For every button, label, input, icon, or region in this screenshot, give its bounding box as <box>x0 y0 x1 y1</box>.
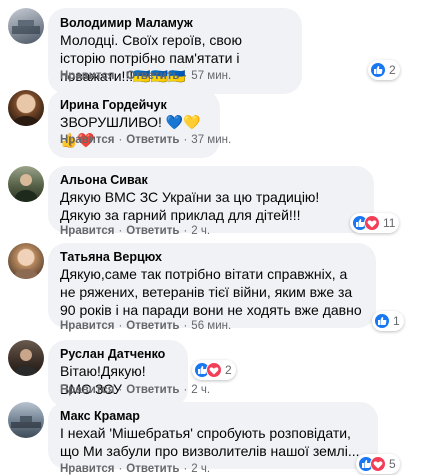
love-reaction-icon <box>206 362 222 378</box>
like-reaction-icon <box>374 313 390 329</box>
reaction-count: 11 <box>383 216 396 230</box>
like-link[interactable]: Нравится <box>60 463 114 475</box>
avatar-photo-icon <box>13 116 39 126</box>
avatar[interactable] <box>8 8 44 44</box>
like-link[interactable]: Нравится <box>60 320 114 332</box>
comment-bubble: Татьяна Верцюх Дякую,саме так потрібно в… <box>48 243 376 328</box>
comment-actions: Нравится · Ответить · 2 ч. <box>60 463 211 475</box>
comment-bubble: Макс Крамар І нехай 'Мішебратья' спробую… <box>48 402 378 469</box>
comment-actions: Нравится · Ответить · 2 ч. <box>60 225 211 237</box>
like-link[interactable]: Нравится <box>60 70 114 82</box>
reaction-count: 1 <box>393 314 400 328</box>
comment-author[interactable]: Татьяна Верцюх <box>60 249 364 265</box>
comment-time[interactable]: 2 ч. <box>191 225 210 237</box>
comment-author[interactable]: Альона Сивак <box>60 172 362 188</box>
reply-link[interactable]: Ответить <box>126 225 179 237</box>
like-link[interactable]: Нравится <box>60 225 114 237</box>
love-reaction-icon <box>370 456 386 472</box>
avatar-photo-icon <box>15 174 37 202</box>
like-link[interactable]: Нравится <box>60 384 114 396</box>
reaction-summary[interactable]: 1 <box>372 311 404 331</box>
avatar[interactable] <box>8 340 44 376</box>
like-link[interactable]: Нравится <box>60 134 114 146</box>
avatar[interactable] <box>8 402 44 438</box>
comment-time[interactable]: 57 мин. <box>191 70 231 82</box>
reaction-summary[interactable]: 2 <box>192 360 236 380</box>
comment-text: Дякую ВМС ЗС України за цю традицію! Дяк… <box>60 189 320 223</box>
avatar-photo-icon <box>15 349 37 376</box>
comment-text: Дякую,саме так потрібно вітати справжніх… <box>60 266 362 318</box>
avatar-photo-icon <box>11 416 41 428</box>
comment-time[interactable]: 2 ч. <box>191 384 210 396</box>
avatar[interactable] <box>8 166 44 202</box>
comment-time[interactable]: 2 ч. <box>191 463 210 475</box>
reaction-count: 2 <box>225 363 232 377</box>
comment-author[interactable]: Володимир Маламуж <box>60 15 290 31</box>
comment-bubble: Ирина Гордейчук ЗВОРУШЛИВО! 💙💛👍❤️ <box>48 90 220 158</box>
comment-actions: Нравится · Ответить · 56 мин. <box>60 320 232 332</box>
reaction-summary[interactable]: 2 <box>368 60 400 80</box>
comment-bubble: Руслан Датченко Вітаю!Дякую!ВМС ЗСУ <box>48 340 188 407</box>
reply-link[interactable]: Ответить <box>126 320 179 332</box>
comment-text: І нехай 'Мішебратья' спробують розповіда… <box>60 425 360 459</box>
like-reaction-icon <box>370 62 386 78</box>
reply-link[interactable]: Ответить <box>126 463 179 475</box>
love-reaction-icon <box>364 215 380 231</box>
comment-author[interactable]: Макс Крамар <box>60 408 366 424</box>
reaction-count: 2 <box>389 63 396 77</box>
comment-time[interactable]: 37 мин. <box>191 134 231 146</box>
comment-author[interactable]: Руслан Датченко <box>60 346 176 362</box>
comment-time[interactable]: 56 мин. <box>191 320 231 332</box>
reaction-summary[interactable]: 5 <box>356 454 400 474</box>
comment-bubble: Альона Сивак Дякую ВМС ЗС України за цю … <box>48 166 374 233</box>
avatar[interactable] <box>8 90 44 126</box>
comment-actions: Нравится · Ответить · 57 мин. <box>60 70 232 82</box>
reply-link[interactable]: Ответить <box>126 384 179 396</box>
avatar-photo-icon <box>12 20 40 34</box>
avatar[interactable] <box>8 243 44 279</box>
comment-author[interactable]: Ирина Гордейчук <box>60 97 208 113</box>
avatar-photo-icon <box>14 269 38 279</box>
comment-actions: Нравится · Ответить · 2 ч. <box>60 384 211 396</box>
reply-link[interactable]: Ответить <box>126 134 179 146</box>
comment-actions: Нравится · Ответить · 37 мин. <box>60 134 232 146</box>
reply-link[interactable]: Ответить <box>126 70 179 82</box>
reaction-summary[interactable]: 11 <box>350 213 400 233</box>
reaction-count: 5 <box>389 457 396 471</box>
